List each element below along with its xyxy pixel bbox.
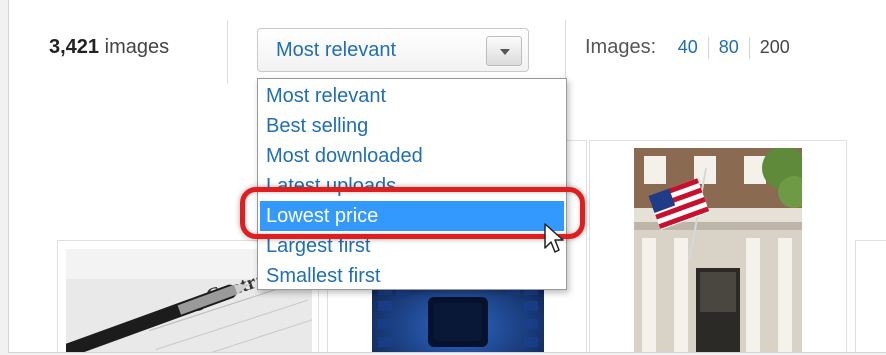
divider: [227, 20, 228, 84]
thumbnail-card[interactable]: [589, 140, 847, 352]
sort-dropdown-list: Most relevant Best selling Most download…: [257, 78, 567, 290]
chevron-down-icon: [500, 49, 510, 55]
mouse-cursor-icon: [544, 223, 564, 253]
per-page-option-200[interactable]: 200: [750, 37, 800, 57]
thumbnail-card[interactable]: [855, 240, 886, 352]
sort-select[interactable]: Most relevant: [257, 28, 529, 72]
result-count: 3,421 images: [49, 36, 169, 59]
building-flag-thumbnail[interactable]: [634, 148, 802, 352]
result-count-unit: images: [104, 36, 170, 58]
sort-option-best-selling[interactable]: Best selling: [260, 111, 564, 141]
dropdown-toggle-button[interactable]: [486, 36, 522, 66]
sort-selected-value: Most relevant: [276, 39, 397, 61]
building-image: [634, 148, 802, 352]
sort-option-most-relevant[interactable]: Most relevant: [260, 81, 564, 111]
result-count-number: 3,421: [49, 36, 100, 58]
images-per-page: Images: 40 80 200: [585, 36, 800, 59]
sort-option-most-downloaded[interactable]: Most downloaded: [260, 141, 564, 171]
per-page-option-40[interactable]: 40: [668, 37, 708, 57]
callout-highlight: [240, 187, 585, 239]
search-results-panel: 3,421 images Most relevant Images: 40 80 2…: [8, 0, 886, 353]
images-per-page-label: Images:: [585, 36, 657, 58]
divider: [565, 20, 566, 84]
per-page-option-80[interactable]: 80: [709, 37, 749, 57]
sort-option-smallest-first[interactable]: Smallest first: [260, 261, 564, 291]
